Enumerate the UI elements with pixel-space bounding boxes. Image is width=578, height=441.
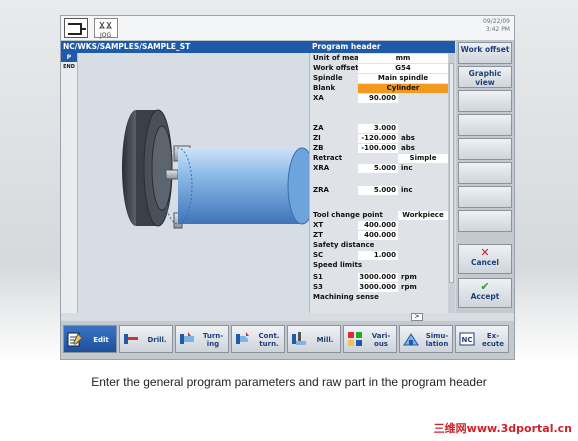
zra-row: ZRA 5.000 inc [313,186,413,195]
chuck-jaw-middle [165,169,179,180]
empty-softkey-6[interactable] [458,162,512,184]
za-input[interactable]: 3.000 [358,124,398,133]
xa-row: XA 90.000 [313,94,398,103]
blank-cylinder-body [178,148,302,224]
form-title: Program header [309,41,455,53]
execute-button[interactable]: NC Ex-ecute [455,325,509,353]
program-path: NC/WKS/SAMPLES/SAMPLE_ST [61,41,309,53]
work-offset-button[interactable]: Work offset [458,42,512,64]
cancel-button[interactable]: ✕ Cancel [458,244,512,274]
program-header-form: Unit of measu mm Work offset G54 Spindle… [309,53,455,313]
contour-turning-icon [236,332,249,344]
zi-row: ZI -120.000 abs [313,134,415,143]
blank-row: Blank Cylinder [310,84,455,93]
zt-input[interactable]: 400.000 [358,231,398,240]
xa-input[interactable]: 90.000 [358,94,398,103]
simulation-icon [403,333,419,346]
xra-input[interactable]: 5.000 [358,164,398,173]
za-row: ZA 3.000 [313,124,398,133]
time-text: 3:42 PM [485,26,510,33]
back-arrow-icon[interactable] [64,18,88,38]
workoffset-select[interactable]: G54 [358,64,448,73]
xra-row: XRA 5.000 inc [313,164,413,173]
accept-button[interactable]: ✔ Accept [458,278,512,308]
retract-select[interactable]: Simple [398,154,448,163]
chuck-inner-ring [151,125,173,211]
sc-row: SC 1.000 [313,251,398,260]
edit-icon [67,332,83,347]
drill-button[interactable]: Drill. [119,325,173,353]
spindle-select[interactable]: Main spindle [358,74,448,83]
s3-row: S3 3000.000 rpm [313,283,417,292]
contour-turning-button[interactable]: Cont. turn. [231,325,285,353]
workpiece-3d-view [122,109,317,229]
zra-input[interactable]: 5.000 [358,186,398,195]
xt-row: XT 400.000 [313,221,398,230]
cancel-x-icon: ✕ [480,246,490,259]
svg-text:NC: NC [462,336,473,344]
toolchange-select[interactable]: Workpiece [398,211,448,220]
s3-input[interactable]: 3000.000 [358,283,398,292]
scrollbar-thumb[interactable] [449,63,454,283]
date-text: 09/22/09 [483,18,510,25]
date-time: 09/22/09 3:42 PM [483,18,510,34]
unit-row: Unit of measu mm [310,54,455,63]
program-block-list: P END [61,53,78,313]
edit-button[interactable]: Edit [63,325,117,353]
workpiece-graphic [78,53,317,313]
empty-softkey-4[interactable] [458,114,512,136]
graphic-view-button[interactable]: Graphic view [458,66,512,88]
various-icon [348,332,362,346]
cnc-screen: JOG 09/22/09 3:42 PM NC/WKS/SAMPLES/SAMP… [60,15,515,360]
sc-input[interactable]: 1.000 [358,251,398,260]
speed-heading: Speed limits [313,261,362,269]
watermark: 三维网www.3dportal.cn [433,422,572,435]
execute-nc-icon: NC [459,332,475,346]
unit-select[interactable]: mm [358,54,448,63]
accept-check-icon: ✔ [480,280,490,293]
turning-icon [180,332,194,344]
milling-button[interactable]: Mill. [287,325,341,353]
empty-softkey-8[interactable] [458,210,512,232]
svg-text:JOG: JOG [99,32,111,39]
horizontal-softkeys: Edit Drill. Turn-ing Cont. turn. Mill. V… [61,321,514,359]
empty-softkey-7[interactable] [458,186,512,208]
drill-icon [124,334,138,344]
caption-text: Enter the general program parameters and… [91,375,487,389]
program-block-end[interactable]: END [61,63,77,71]
machining-row: Machining sense [313,293,379,301]
empty-softkey-3[interactable] [458,90,512,112]
top-bar: JOG 09/22/09 3:42 PM [61,16,514,41]
simulation-button[interactable]: Simu-lation [399,325,453,353]
blank-select[interactable]: Cylinder [358,84,448,93]
vertical-softkeys: Work offset Graphic view ✕ Cancel ✔ Acce… [456,41,514,313]
xt-input[interactable]: 400.000 [358,221,398,230]
retract-row: Retract Simple [310,154,455,163]
s1-row: S1 3000.000 rpm [313,273,417,282]
next-page-arrow-icon[interactable]: > [411,313,423,321]
form-scrollbar[interactable] [448,53,455,313]
zi-input[interactable]: -120.000 [358,134,398,143]
workoffset-row: Work offset G54 [310,64,455,73]
various-button[interactable]: Vari-ous [343,325,397,353]
turning-button[interactable]: Turn-ing [175,325,229,353]
toolchange-row: Tool change point Workpiece [310,211,455,220]
zb-input[interactable]: -100.000 [358,144,398,153]
spindle-row: Spindle Main spindle [310,74,455,83]
milling-icon [292,332,306,345]
empty-softkey-5[interactable] [458,138,512,160]
zt-row: ZT 400.000 [313,231,398,240]
safety-heading: Safety distance [313,241,375,249]
s1-input[interactable]: 3000.000 [358,273,398,282]
jog-mode-icon[interactable]: JOG [94,18,118,39]
zb-row: ZB -100.000 abs [313,144,415,153]
program-block-header[interactable]: P [61,53,77,62]
